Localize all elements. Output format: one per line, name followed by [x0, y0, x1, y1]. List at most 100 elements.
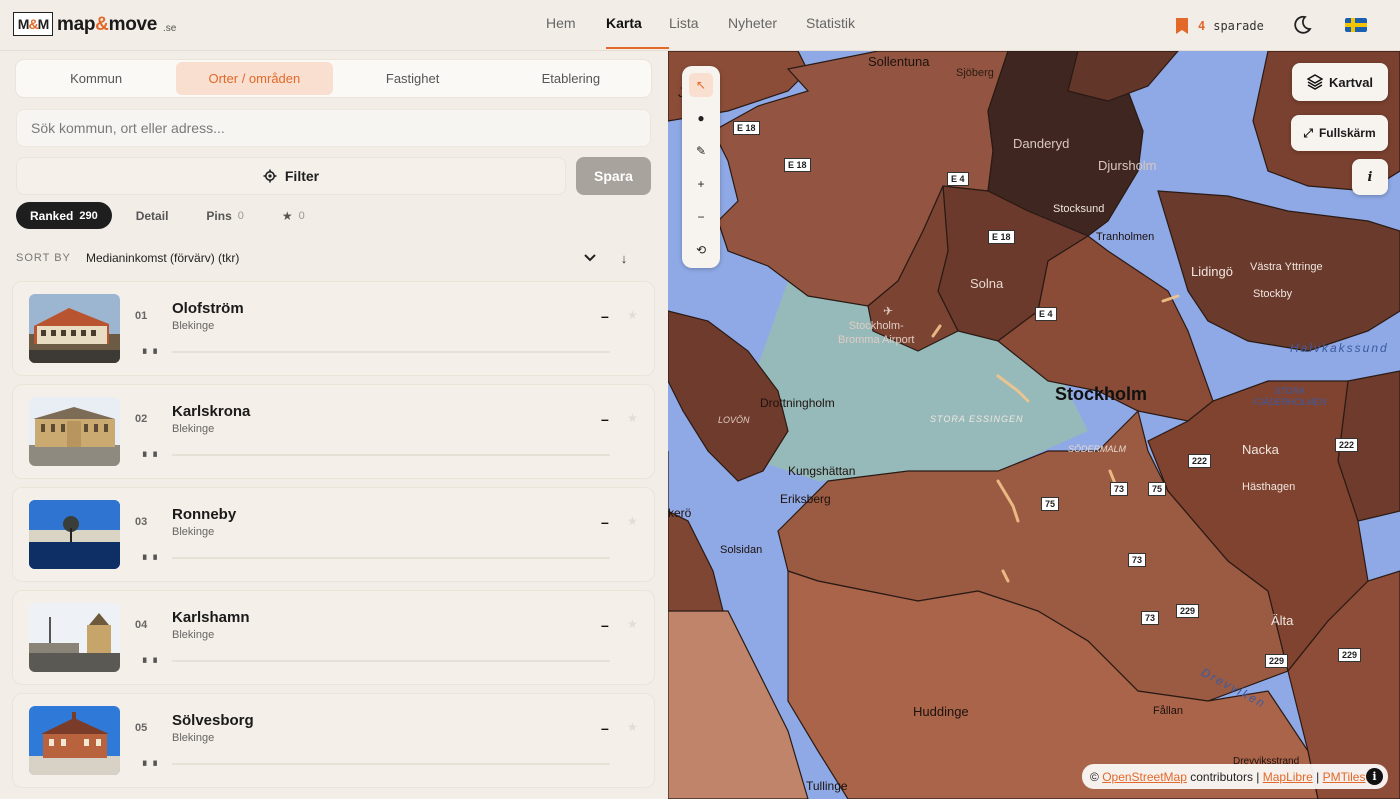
zoom-out-icon[interactable]: − — [689, 205, 713, 229]
fullscreen-button[interactable]: ⤢ Fullskärm — [1291, 115, 1388, 151]
subtab-pins-label: Pins — [206, 208, 232, 223]
binoculars-icon[interactable]: ▘▝ — [143, 555, 157, 566]
item-value: – — [601, 411, 609, 427]
sort-value: Medianinkomst (förvärv) (tkr) — [86, 251, 240, 265]
subtab-detail[interactable]: Detail — [122, 202, 183, 229]
moon-icon[interactable] — [1290, 14, 1312, 36]
logo[interactable]: M & M map&move .se — [13, 12, 176, 36]
gear-icon — [263, 169, 277, 183]
save-button[interactable]: Spara — [576, 157, 651, 195]
logo-word2: move — [108, 14, 158, 35]
binoculars-icon[interactable]: ▘▝ — [143, 658, 157, 669]
map-label: Fållan — [1153, 705, 1183, 717]
search-input[interactable] — [31, 120, 631, 136]
thumbnail-image — [29, 603, 120, 672]
nav-lista[interactable]: Lista — [669, 15, 728, 39]
map-view[interactable]: Sollentuna Sjöberg J Danderyd Djursholm … — [668, 51, 1400, 799]
map-label: Sjöberg — [956, 67, 994, 79]
swedish-flag-icon[interactable] — [1345, 18, 1367, 32]
tab-etablering[interactable]: Etablering — [493, 62, 649, 95]
zoom-in-icon[interactable]: + — [689, 172, 713, 196]
mode-tabs: Kommun Orter / områden Fastighet Etabler… — [16, 60, 651, 97]
nav-statistik[interactable]: Statistik — [806, 15, 876, 39]
item-region: Blekinge — [172, 423, 215, 435]
binoculars-icon[interactable]: ▘▝ — [143, 761, 157, 772]
item-bar — [172, 454, 610, 456]
star-icon[interactable]: ★ — [627, 514, 638, 528]
item-region: Blekinge — [172, 526, 215, 538]
arrow-down-icon[interactable]: ↓ — [614, 251, 634, 266]
star-icon[interactable]: ★ — [627, 617, 638, 631]
item-value: – — [601, 308, 609, 324]
binoculars-icon[interactable]: ▘▝ — [143, 452, 157, 463]
list-item[interactable]: 02 ▘▝ Karlskrona Blekinge – ★ — [12, 384, 655, 479]
logo-word1: map — [57, 14, 96, 35]
road-shield: 222 — [1335, 438, 1359, 452]
bookmark-icon — [1176, 18, 1188, 34]
tab-kommun[interactable]: Kommun — [18, 62, 174, 95]
nav-hem[interactable]: Hem — [546, 15, 606, 39]
list-item[interactable]: 03 ▘▝ Ronneby Blekinge – ★ — [12, 487, 655, 582]
pmtiles-link[interactable]: PMTiles — [1323, 770, 1366, 784]
subtab-favorites[interactable]: ★ 0 — [268, 202, 319, 229]
map-label: Solsidan — [720, 544, 763, 556]
road-shield: E 18 — [784, 158, 811, 172]
osm-link[interactable]: OpenStreetMap — [1102, 770, 1187, 784]
maplibre-link[interactable]: MapLibre — [1263, 770, 1313, 784]
star-icon[interactable]: ★ — [627, 308, 638, 322]
map-label: Lidingö — [1191, 264, 1233, 279]
item-name: Olofström — [172, 300, 244, 317]
reset-icon[interactable]: ⟲ — [689, 238, 713, 262]
select-icon[interactable]: ↖ — [689, 73, 713, 97]
map-label: kerö — [668, 506, 692, 520]
choropleth-map[interactable] — [668, 51, 1400, 799]
binoculars-icon[interactable]: ▘▝ — [143, 349, 157, 360]
thumbnail-image — [29, 397, 120, 466]
sort-select[interactable]: Medianinkomst (förvärv) (tkr) — [86, 244, 606, 272]
road-shield: 229 — [1265, 654, 1289, 668]
map-label: LOVÖN — [718, 415, 750, 425]
map-toolbar: ↖ ● ✎ + − ⟲ — [682, 66, 720, 268]
sort-label: SORT BY — [16, 252, 71, 264]
star-icon[interactable]: ★ — [627, 411, 638, 425]
map-label: Hästhagen — [1242, 481, 1296, 493]
logo-amp: & — [95, 14, 109, 35]
item-bar — [172, 351, 610, 353]
list-item[interactable]: 05 ▘▝ Sölvesborg Blekinge – ★ — [12, 693, 655, 788]
kartval-button[interactable]: Kartval — [1292, 63, 1388, 101]
logo-mark-mid: & — [28, 16, 38, 32]
map-attribution: © OpenStreetMap contributors | MapLibre … — [1082, 764, 1388, 789]
item-rank: 05 — [135, 722, 148, 734]
subtab-pins-count: 0 — [237, 209, 244, 222]
subtab-ranked[interactable]: Ranked 290 — [16, 202, 112, 229]
road-shield: 229 — [1338, 648, 1362, 662]
subtab-pins[interactable]: Pins 0 — [192, 202, 257, 229]
expand-icon: ⤢ — [1303, 125, 1313, 140]
tab-orter[interactable]: Orter / områden — [176, 62, 333, 95]
list-item[interactable]: 04 ▘▝ Karlshamn Blekinge – ★ — [12, 590, 655, 685]
kartval-label: Kartval — [1328, 74, 1374, 90]
road-shield: E 4 — [947, 172, 969, 186]
thumbnail-image — [29, 500, 120, 569]
info-button[interactable]: i — [1352, 159, 1388, 195]
nav-karta-label: Karta — [606, 15, 642, 31]
nav-nyheter[interactable]: Nyheter — [728, 15, 806, 39]
list-item[interactable]: 01 ▘▝ Olofström Blekinge – ★ — [12, 281, 655, 376]
star-icon[interactable]: ★ — [627, 720, 638, 734]
attribution-info-icon[interactable]: i — [1366, 768, 1383, 785]
saved-button[interactable]: 4 sparade — [1174, 17, 1264, 35]
pin-icon[interactable]: ● — [689, 106, 713, 130]
filter-button[interactable]: Filter — [16, 157, 566, 195]
item-bar — [172, 660, 610, 662]
draw-icon[interactable]: ✎ — [689, 139, 713, 163]
item-rank: 03 — [135, 516, 148, 528]
road-shield: 73 — [1141, 611, 1160, 625]
map-label: Tullinge — [806, 779, 848, 793]
item-bar — [172, 557, 610, 559]
thumbnail-image — [29, 706, 120, 775]
item-name: Sölvesborg — [172, 712, 254, 729]
top-header: M & M map&move .se Hem Karta Lista Nyheter… — [0, 0, 1400, 51]
road-shield: 229 — [1176, 604, 1200, 618]
nav-karta[interactable]: Karta — [606, 15, 669, 49]
tab-fastighet[interactable]: Fastighet — [335, 62, 491, 95]
